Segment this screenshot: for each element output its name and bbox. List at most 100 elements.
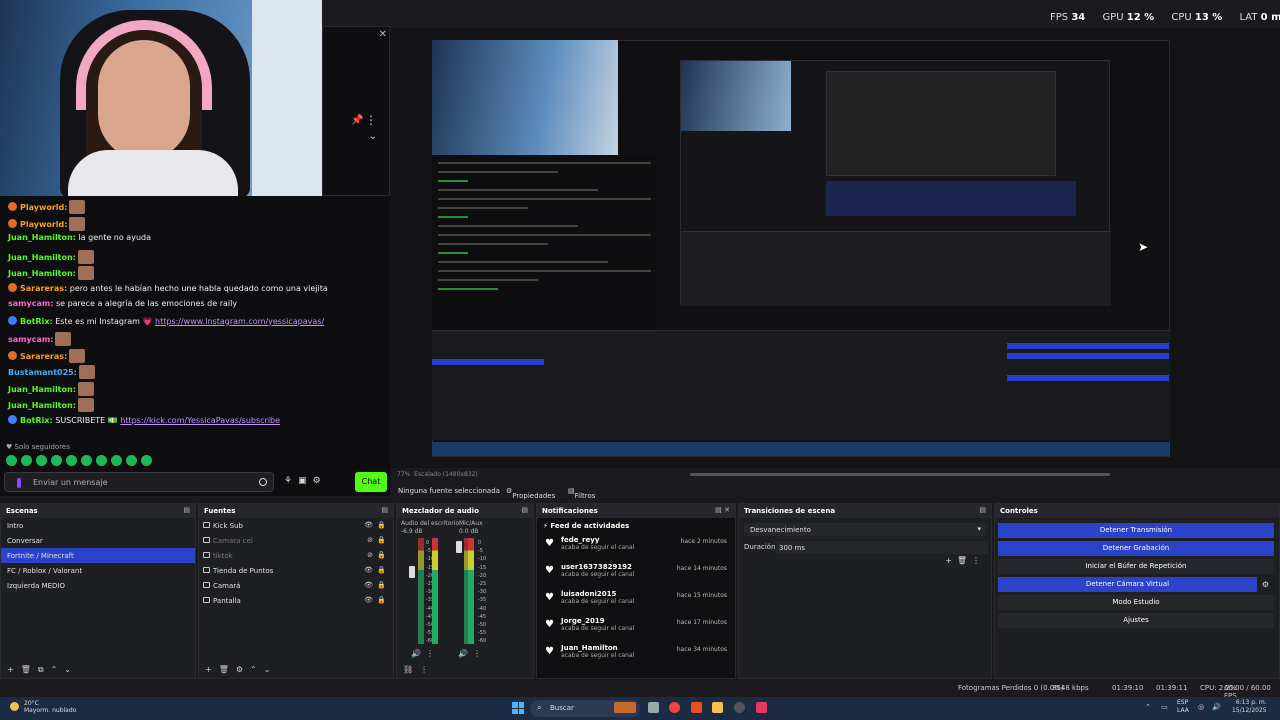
chat-username[interactable]: Sarareras:: [20, 352, 67, 361]
delete-icon[interactable]: 🗑: [957, 556, 972, 565]
emoji-icon[interactable]: [259, 478, 267, 486]
weather-widget[interactable]: 20°C Mayorm. nublado: [10, 700, 76, 714]
speaker-icon[interactable]: 🔊: [458, 649, 468, 658]
more-icon[interactable]: ⋮: [426, 649, 434, 658]
folder-icon[interactable]: [712, 702, 723, 713]
chat-username[interactable]: BotRix:: [20, 317, 53, 326]
source-item[interactable]: Kick Sub 👁 🔒: [199, 518, 393, 533]
eye-icon[interactable]: 👁: [364, 566, 373, 574]
duration-input[interactable]: 300 ms: [776, 541, 988, 554]
gear-icon[interactable]: ⚙: [313, 476, 327, 486]
down-icon[interactable]: ⌄: [264, 665, 278, 674]
speaker-icon[interactable]: 🔊: [411, 649, 421, 658]
scene-item[interactable]: Izquierda MEDIO: [1, 578, 195, 593]
dock-menu-icon[interactable]: ▤: [979, 506, 986, 514]
windows-start-icon[interactable]: [512, 702, 524, 714]
control-button[interactable]: Iniciar el Búfer de Repetición: [998, 559, 1274, 574]
eye-icon[interactable]: 👁: [364, 521, 373, 529]
down-icon[interactable]: ⌄: [64, 665, 78, 674]
add-icon[interactable]: +: [205, 665, 219, 674]
chat-username[interactable]: Sarareras:: [20, 284, 67, 293]
points-icon[interactable]: ⚘: [284, 476, 298, 486]
gift-icon[interactable]: ▣: [298, 476, 313, 486]
chat-link[interactable]: https://kick.com/YessicaPavas/subscribe: [120, 416, 280, 425]
filter-icon[interactable]: ⧉: [38, 665, 51, 674]
lock-icon[interactable]: 🔒: [377, 521, 386, 529]
emote-icon[interactable]: [141, 455, 152, 466]
emote-icon[interactable]: [126, 455, 137, 466]
control-button[interactable]: Ajustes: [998, 613, 1274, 628]
control-button[interactable]: Detener Transmisión: [998, 523, 1274, 538]
dock-menu-icon[interactable]: ▤: [183, 506, 190, 514]
chat-username[interactable]: Juan_Hamilton:: [8, 269, 76, 278]
eye-hidden-icon[interactable]: ⊘: [367, 551, 373, 559]
properties-button[interactable]: ⚙ Propiedades: [506, 487, 555, 500]
transition-select[interactable]: Desvanecimiento ▾: [744, 523, 986, 536]
emote-icon[interactable]: [36, 455, 47, 466]
task-view-icon[interactable]: [648, 702, 659, 713]
preview-scrollbar[interactable]: [690, 473, 1110, 476]
chat-username[interactable]: Juan_Hamilton:: [8, 385, 76, 394]
mic-icon[interactable]: [17, 478, 21, 488]
obs-icon[interactable]: [734, 702, 745, 713]
chat-username[interactable]: samycam:: [8, 299, 53, 308]
chat-username[interactable]: Playworld:: [20, 203, 67, 212]
close-icon[interactable]: ✕: [379, 29, 387, 40]
gear-icon[interactable]: ⚙: [236, 665, 250, 674]
emote-icon[interactable]: [66, 455, 77, 466]
chat-input[interactable]: Enviar un mensaje: [4, 472, 274, 492]
network-volume-icons[interactable]: ◎ 🔊: [1198, 703, 1224, 711]
source-item[interactable]: Camará 👁 🔒: [199, 578, 393, 593]
more-icon[interactable]: ⋮: [420, 665, 435, 674]
chrome-icon[interactable]: [669, 702, 680, 713]
chat-username[interactable]: Juan_Hamilton:: [8, 233, 76, 242]
chat-send-button[interactable]: Chat: [355, 472, 387, 492]
scene-item[interactable]: Conversar: [1, 533, 195, 548]
chat-username[interactable]: BotRix:: [20, 416, 53, 425]
lock-icon[interactable]: 🔒: [377, 581, 386, 589]
dock-close-icon[interactable]: ▤ ✕: [715, 506, 730, 514]
emote-icon[interactable]: [81, 455, 92, 466]
scene-item[interactable]: Intro: [1, 518, 195, 533]
up-icon[interactable]: ⌃: [250, 665, 264, 674]
scene-item[interactable]: FC / Roblox / Valorant: [1, 563, 195, 578]
mic-aux-fader[interactable]: [456, 541, 462, 553]
control-button[interactable]: Detener Grabación: [998, 541, 1274, 556]
source-item[interactable]: Camara cel ⊘ 🔒: [199, 533, 393, 548]
control-button[interactable]: Modo Estudio: [998, 595, 1274, 610]
delete-icon[interactable]: 🗑: [21, 665, 38, 674]
taskbar-clock[interactable]: 6:13 p. m. 15/12/2025: [1232, 699, 1267, 715]
gear-icon[interactable]: ⚙: [1262, 577, 1269, 592]
eye-icon[interactable]: 👁: [364, 581, 373, 589]
more-icon[interactable]: ⋮: [473, 649, 481, 658]
lock-icon[interactable]: 🔒: [377, 551, 386, 559]
dock-menu-icon[interactable]: ▤: [381, 506, 388, 514]
link-icon[interactable]: ⛓: [403, 665, 420, 674]
emote-icon[interactable]: [111, 455, 122, 466]
delete-icon[interactable]: 🗑: [219, 665, 236, 674]
chat-username[interactable]: samycam:: [8, 335, 53, 344]
add-icon[interactable]: +: [945, 556, 957, 565]
more-icon[interactable]: ⋮: [365, 113, 377, 127]
chat-link[interactable]: https://www.Instagram.com/yessicapavas/: [155, 317, 324, 326]
emote-icon[interactable]: [96, 455, 107, 466]
eye-hidden-icon[interactable]: ⊘: [367, 536, 373, 544]
chevron-down-icon[interactable]: ⌄: [369, 131, 377, 142]
tiktok-icon[interactable]: [756, 702, 767, 713]
emote-icon[interactable]: [21, 455, 32, 466]
lock-icon[interactable]: 🔒: [377, 596, 386, 604]
emote-icon[interactable]: [6, 455, 17, 466]
lock-icon[interactable]: 🔒: [377, 566, 386, 574]
emote-icon[interactable]: [51, 455, 62, 466]
more-icon[interactable]: ⋮: [972, 556, 985, 565]
chat-username[interactable]: Playworld:: [20, 220, 67, 229]
control-button[interactable]: Detener Cámara Virtual ⚙: [998, 577, 1269, 592]
chat-username[interactable]: Juan_Hamilton:: [8, 401, 76, 410]
chat-username[interactable]: Juan_Hamilton:: [8, 253, 76, 262]
dock-menu-icon[interactable]: ▤: [521, 506, 528, 514]
pin-icon[interactable]: 📌: [351, 115, 363, 126]
lock-icon[interactable]: 🔒: [377, 536, 386, 544]
system-tray[interactable]: ⌃ ▭: [1145, 703, 1172, 711]
source-item[interactable]: Pantalla 👁 🔒: [199, 593, 393, 608]
source-item[interactable]: tiktok ⊘ 🔒: [199, 548, 393, 563]
